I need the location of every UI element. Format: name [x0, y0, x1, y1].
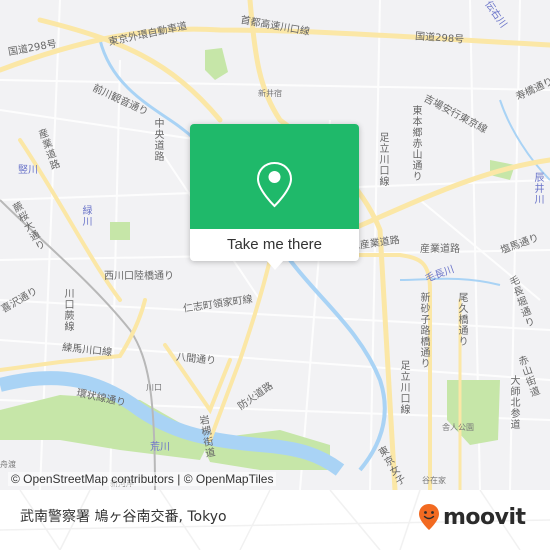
road: [208, 258, 272, 442]
map-label: 谷在家: [422, 476, 446, 485]
river: [399, 277, 501, 286]
map-label: 中央道路: [152, 118, 163, 162]
map-label: 川口蕨線: [62, 288, 73, 332]
toneri-park: [447, 380, 500, 445]
popup-header: [190, 124, 359, 229]
take-me-there-button[interactable]: Take me there: [190, 229, 359, 261]
map-label: 新井宿: [258, 89, 282, 98]
map-label: 大師北参道: [508, 375, 519, 430]
moovit-logo[interactable]: moovit: [418, 500, 526, 534]
map-label: 竪川: [18, 165, 38, 176]
park: [205, 48, 228, 80]
map-label: 東本郷赤山通り: [410, 105, 421, 182]
map-label: 西川口陸橋通り: [104, 271, 174, 282]
destination-popup: Take me there: [190, 124, 359, 270]
map-label: 緑川: [80, 205, 91, 227]
map-view[interactable]: 国道298号 東京外環自動車道 国道298号 首都高速川口線 伝右川 新井宿 前…: [0, 0, 550, 490]
popup-tail: [266, 260, 284, 270]
map-label: 舟渡: [0, 460, 16, 469]
footer: 武南警察署 鳩ヶ谷南交番, Tokyo moovit: [0, 490, 550, 550]
map-label: 足立川口線: [398, 360, 409, 415]
map-label: 産業道路: [420, 244, 460, 255]
moovit-wordmark: moovit: [443, 504, 526, 530]
route-298: [0, 26, 550, 73]
map-label: 荒川: [150, 442, 170, 453]
map-label: 新砂子路橋通り: [418, 292, 429, 369]
map-label: 尾久橋通り: [456, 292, 467, 347]
map-label: 川口: [146, 383, 162, 392]
map-label: 辰井川: [532, 172, 543, 205]
moovit-pin-icon: [419, 504, 439, 530]
park: [110, 222, 130, 240]
map-pin-icon: [256, 161, 293, 208]
map-attribution[interactable]: © OpenStreetMap contributors | © OpenMap…: [8, 472, 277, 486]
location-title: 武南警察署 鳩ヶ谷南交番, Tokyo: [20, 509, 227, 525]
map-label: 舎人公園: [442, 423, 474, 432]
map-label: 足立川口線: [377, 132, 388, 187]
